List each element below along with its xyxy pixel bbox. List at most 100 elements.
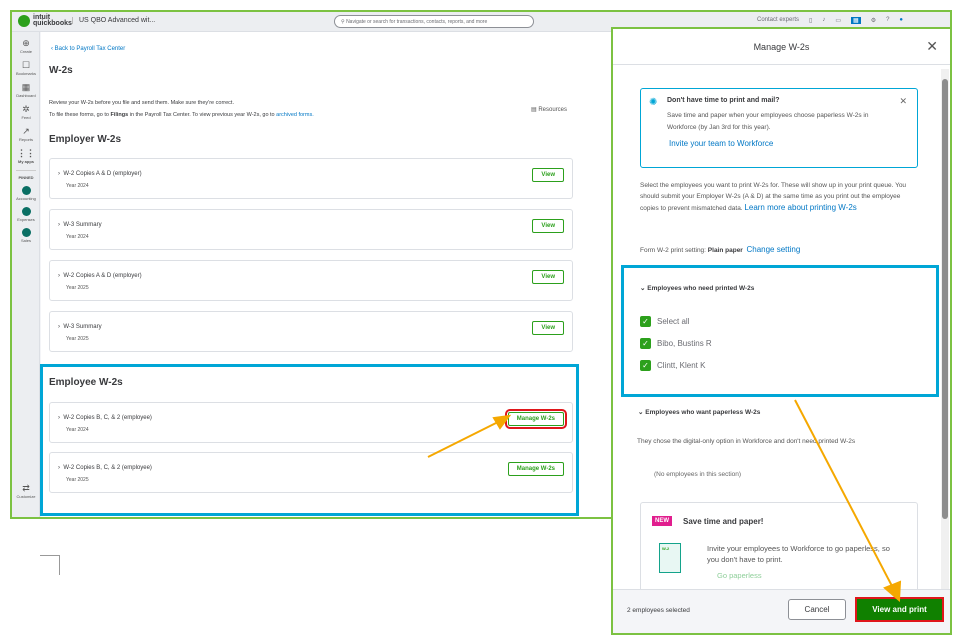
banner-title: Don't have time to print and mail? [667, 97, 780, 104]
card-action-button[interactable]: View [532, 270, 564, 284]
banner-text: Save time and paper when your employees … [667, 112, 869, 131]
w2-card[interactable]: › W-2 Copies A & D (employer) Year 2024 Vi… [49, 158, 573, 199]
bell-icon[interactable]: ♪ [822, 17, 825, 24]
company-name[interactable]: US QBO Advanced wit... [72, 17, 155, 24]
pinned-app[interactable]: Expenses [12, 207, 40, 222]
card-action-button[interactable]: View [532, 168, 564, 182]
sidebar-icon: ☐ [21, 60, 31, 70]
sidebar-item[interactable]: ☐ Bookmarks [12, 60, 40, 76]
check-icon: ✓ [640, 338, 651, 349]
employee-name: Bibo, Bustins R [657, 339, 712, 348]
sidebar-icon: ✲ [22, 104, 30, 114]
card-action-button[interactable]: View [532, 321, 564, 335]
dialog-header: Manage W-2s [613, 29, 950, 65]
card-title: W-2 Copies B, C, & 2 (employee) [63, 415, 152, 421]
sidebar-label: Dashboard [16, 93, 36, 98]
close-icon[interactable]: ✕ [926, 38, 938, 55]
expand-row[interactable]: › W-2 Copies B, C, & 2 (employee) [58, 415, 152, 421]
t2: Filings [110, 112, 129, 118]
contact-experts-link[interactable]: Contact experts [757, 17, 799, 24]
print-setting: Form W-2 print setting: Plain paper Chan… [640, 245, 800, 254]
select-all-label: Select all [657, 317, 690, 326]
w2-card[interactable]: › W-2 Copies B, C, & 2 (employee) Year 20… [49, 452, 573, 493]
learn-more-link[interactable]: Learn more about printing W-2s [744, 203, 856, 212]
employee-checkbox[interactable]: ✓ Clintt, Klent K [640, 360, 712, 371]
chat-icon[interactable]: ▭ [835, 17, 841, 24]
app-label: Sales [20, 238, 31, 243]
paperless-empty: (No employees in this section) [654, 471, 742, 478]
paperless-toggle[interactable]: ⌄ Employees who want paperless W-2s [638, 408, 760, 416]
sidebar-icon: ⋮⋮ [17, 148, 35, 158]
sidebar-item[interactable]: ⋮⋮ My apps [12, 148, 40, 164]
w2-card[interactable]: › W-2 Copies B, C, & 2 (employee) Year 20… [49, 402, 573, 443]
card-action-button[interactable]: Manage W-2s [504, 409, 568, 429]
card-title: W-2 Copies A & D (employer) [63, 171, 142, 177]
sidebar-icon: ▦ [21, 82, 31, 92]
gear-icon[interactable]: ⚙ [871, 17, 876, 24]
back-label: Back to Payroll Tax Center [54, 46, 126, 52]
workforce-banner: ✺ Don't have time to print and mail? Sav… [640, 88, 918, 168]
paperless-text: They chose the digital-only option in Wo… [637, 438, 856, 445]
t1: To file these forms, go to [49, 112, 111, 118]
sidebar-item[interactable]: ⊕ Create [12, 38, 40, 54]
selected-count: 2 employees selected [627, 607, 690, 614]
card-year: Year 2024 [66, 427, 89, 433]
archived-forms-link[interactable]: archived forms. [276, 112, 314, 118]
w2-card[interactable]: › W-2 Copies A & D (employer) Year 2025 Vi… [49, 260, 573, 301]
clipboard-icon[interactable]: ▯ [809, 17, 812, 24]
card-action-button[interactable]: View [532, 219, 564, 233]
apps-icon[interactable]: ▦ [851, 17, 861, 24]
expand-row[interactable]: › W-2 Copies B, C, & 2 (employee) [58, 465, 152, 471]
card-action-button[interactable]: Manage W-2s [507, 462, 564, 476]
check-icon: ✓ [640, 360, 651, 371]
pinned-label: PINNED [16, 170, 36, 180]
search-input[interactable]: ⚲ Navigate or search for transactions, c… [334, 15, 534, 28]
scrollbar-thumb[interactable] [942, 79, 948, 519]
printed-heading: Employees who need printed W-2s [647, 285, 755, 292]
pinned-app[interactable]: Accounting [12, 186, 40, 201]
sidebar-customize[interactable]: ⇄ Customize [12, 483, 40, 499]
banner-close-icon[interactable]: ✕ [899, 96, 907, 107]
sidebar-icon: ⊕ [22, 38, 30, 48]
customize-icon: ⇄ [22, 483, 30, 493]
check-icon: ✓ [640, 316, 651, 327]
back-link[interactable]: ‹ Back to Payroll Tax Center [51, 46, 125, 52]
page-title: W-2s [49, 65, 73, 76]
help-icon[interactable]: ? [886, 17, 889, 24]
setting-value: Plain paper [707, 247, 743, 254]
page-description: Review your W-2s before you file and sen… [49, 100, 234, 106]
go-paperless-link[interactable]: Go paperless [717, 571, 762, 580]
sidebar-label: Reports [18, 137, 33, 142]
quickbooks-logo[interactable]: intuit quickbooks [18, 14, 72, 27]
printed-toggle[interactable]: ⌄ Employees who need printed W-2s [640, 284, 754, 292]
card-title: W-3 Summary [63, 324, 102, 330]
select-all-checkbox[interactable]: ✓ Select all [640, 316, 712, 327]
promo-title: Save time and paper! [683, 517, 764, 526]
resources-label: Resources [538, 107, 568, 113]
cancel-button[interactable]: Cancel [788, 599, 846, 620]
avatar[interactable]: ● [899, 17, 903, 24]
card-year: Year 2025 [66, 336, 89, 342]
w2-card[interactable]: › W-3 Summary Year 2025 View [49, 311, 573, 352]
expand-row[interactable]: › W-2 Copies A & D (employer) [58, 171, 142, 177]
expand-row[interactable]: › W-2 Copies A & D (employer) [58, 273, 142, 279]
resources-link[interactable]: ▤ Resources [531, 106, 567, 113]
scrollbar[interactable] [941, 69, 949, 589]
sidebar-label: Bookmarks [15, 71, 36, 76]
change-setting-link[interactable]: Change setting [746, 245, 800, 254]
w2-card[interactable]: › W-3 Summary Year 2024 View [49, 209, 573, 250]
employee-checkbox[interactable]: ✓ Bibo, Bustins R [640, 338, 712, 349]
sidebar-item[interactable]: ✲ Feed [12, 104, 40, 120]
view-and-print-button[interactable]: View and print [855, 597, 944, 622]
w2-document-icon: W-2 [659, 543, 681, 573]
invite-team-link[interactable]: Invite your team to Workforce [669, 139, 773, 148]
pinned-app[interactable]: Sales [12, 228, 40, 243]
sidebar-item[interactable]: ▦ Dashboard [12, 82, 40, 98]
sidebar-item[interactable]: ↗ Reports [12, 126, 40, 142]
employee-name: Clintt, Klent K [657, 361, 706, 370]
filing-instructions: To file these forms, go to Filings in th… [49, 112, 314, 118]
employee-heading: Employee W-2s [49, 377, 123, 388]
expand-row[interactable]: › W-3 Summary [58, 222, 102, 228]
expand-row[interactable]: › W-3 Summary [58, 324, 102, 330]
app-label: Expenses [17, 217, 35, 222]
